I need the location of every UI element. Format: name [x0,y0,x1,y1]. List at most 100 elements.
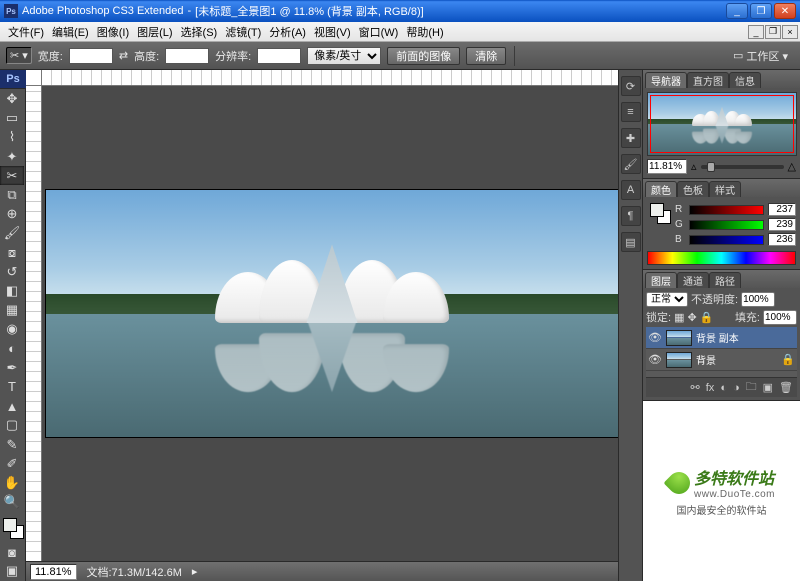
shape-tool[interactable]: ▢ [0,416,24,435]
navigator-zoom-slider[interactable] [701,165,784,169]
menu-edit[interactable]: 编辑(E) [48,22,93,41]
path-select-tool[interactable]: ▲ [0,397,24,416]
menu-window[interactable]: 窗口(W) [355,22,403,41]
lock-all-icon[interactable]: 🔒 [700,311,714,324]
visibility-icon[interactable]: 👁 [648,331,662,345]
layercomp-dock-icon[interactable]: ▤ [621,232,641,252]
menu-select[interactable]: 选择(S) [177,22,222,41]
blend-mode-select[interactable]: 正常 [646,292,688,307]
workspace-icon[interactable]: ▭ [733,49,743,62]
swap-icon[interactable]: ⇄ [119,49,128,62]
character-dock-icon[interactable]: A [621,180,641,200]
menu-layer[interactable]: 图层(L) [133,22,176,41]
layer-row[interactable]: 👁 背景 🔒 [646,349,797,371]
move-tool[interactable]: ✥ [0,89,24,108]
layer-thumbnail[interactable] [666,330,692,346]
b-slider[interactable] [689,235,764,245]
tab-color[interactable]: 颜色 [645,181,677,197]
color-swatches[interactable] [0,516,25,543]
foreground-swatch[interactable] [3,518,17,532]
crop-width-input[interactable] [69,48,113,64]
tab-navigator[interactable]: 导航器 [645,72,687,88]
navigator-view-box[interactable] [650,95,794,153]
tab-layers[interactable]: 图层 [645,272,677,288]
crop-tool-icon[interactable]: ✂ ▾ [6,47,32,64]
brushes-dock-icon[interactable]: 🖌 [621,154,641,174]
gradient-tool[interactable]: ▦ [0,301,24,320]
workspace-switcher[interactable]: 工作区 ▾ [746,48,788,64]
menu-view[interactable]: 视图(V) [310,22,355,41]
eyedropper-tool[interactable]: ✐ [0,454,24,473]
layer-name[interactable]: 背景 副本 [696,330,739,345]
crop-height-input[interactable] [165,48,209,64]
heal-tool[interactable]: ⊕ [0,205,24,224]
mdi-restore-button[interactable]: ❐ [765,25,781,39]
clear-button[interactable]: 清除 [466,47,506,65]
panel-fg-swatch[interactable] [650,203,664,217]
zoom-in-icon[interactable]: △ [788,160,796,173]
menu-analysis[interactable]: 分析(A) [265,22,310,41]
document-window[interactable] [46,190,618,437]
marquee-tool[interactable]: ▭ [0,109,24,128]
visibility-icon[interactable]: 👁 [648,353,662,367]
b-value[interactable]: 236 [768,233,796,246]
lock-position-icon[interactable]: ✥ [687,311,696,324]
status-zoom[interactable]: 11.81% [30,564,77,580]
screenmode-toggle[interactable]: ▣ [0,562,24,581]
fill-input[interactable] [763,310,797,325]
minimize-button[interactable]: _ [726,3,748,19]
brush-tool[interactable]: 🖌 [0,224,24,243]
slice-tool[interactable]: ⧉ [0,185,24,204]
layer-row[interactable]: 👁 背景 副本 [646,327,797,349]
crop-resolution-input[interactable] [257,48,301,64]
opacity-input[interactable] [741,292,775,307]
pen-tool[interactable]: ✒ [0,358,24,377]
layer-thumbnail[interactable] [666,352,692,368]
actions-dock-icon[interactable]: ≡ [621,102,641,122]
navigator-zoom-value[interactable]: 11.81% [647,159,687,174]
menu-image[interactable]: 图像(I) [93,22,133,41]
close-button[interactable]: ✕ [774,3,796,19]
r-slider[interactable] [689,205,764,215]
zoom-out-icon[interactable]: ▵ [691,160,697,173]
tab-swatches[interactable]: 色板 [677,181,709,197]
fx-icon[interactable]: fx [706,382,715,394]
folder-icon[interactable]: 🗀 [746,378,757,397]
front-image-button[interactable]: 前面的图像 [387,47,460,65]
lasso-tool[interactable]: ⌇ [0,128,24,147]
mdi-minimize-button[interactable]: _ [748,25,764,39]
eraser-tool[interactable]: ◧ [0,281,24,300]
tab-channels[interactable]: 通道 [677,272,709,288]
dodge-tool[interactable]: ◐ [0,339,24,358]
notes-tool[interactable]: ✎ [0,435,24,454]
layer-name[interactable]: 背景 [696,352,716,367]
menu-file[interactable]: 文件(F) [4,22,48,41]
g-value[interactable]: 239 [768,218,796,231]
ruler-horizontal[interactable] [42,70,618,86]
stamp-tool[interactable]: ⧇ [0,243,24,262]
history-brush-tool[interactable]: ↺ [0,262,24,281]
mask-icon[interactable]: ◐ [720,382,727,394]
r-value[interactable]: 237 [768,203,796,216]
color-spectrum[interactable] [647,251,796,265]
zoom-tool[interactable]: 🔍 [0,493,24,512]
tab-histogram[interactable]: 直方图 [687,72,729,88]
lock-pixels-icon[interactable]: ▦ [674,311,684,324]
adjustment-icon[interactable]: ◑ [733,382,740,394]
navigator-thumbnail[interactable] [647,92,797,156]
g-slider[interactable] [689,220,764,230]
tab-styles[interactable]: 样式 [709,181,741,197]
blur-tool[interactable]: ◉ [0,320,24,339]
paragraph-dock-icon[interactable]: ¶ [621,206,641,226]
hand-tool[interactable]: ✋ [0,473,24,492]
tab-info[interactable]: 信息 [729,72,761,88]
resolution-unit-select[interactable]: 像素/英寸 [307,47,381,65]
wand-tool[interactable]: ✦ [0,147,24,166]
menu-help[interactable]: 帮助(H) [402,22,447,41]
menu-filter[interactable]: 滤镜(T) [221,22,265,41]
quickmask-toggle[interactable]: ◙ [0,543,24,562]
mdi-close-button[interactable]: × [782,25,798,39]
type-tool[interactable]: T [0,377,24,396]
ruler-vertical[interactable] [26,86,42,581]
source-dock-icon[interactable]: ✚ [621,128,641,148]
